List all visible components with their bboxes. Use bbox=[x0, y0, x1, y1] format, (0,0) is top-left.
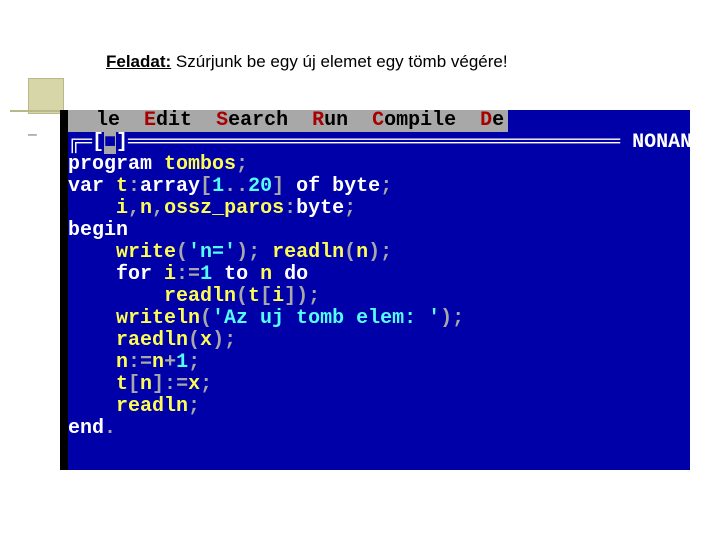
sym: ; bbox=[236, 153, 248, 176]
close-icon[interactable]: ■ bbox=[104, 131, 116, 154]
id-x: x bbox=[200, 329, 212, 352]
menu-edit[interactable]: dit bbox=[156, 110, 216, 132]
menu-pad bbox=[72, 110, 96, 132]
id-readln: readln bbox=[272, 241, 344, 264]
task-label: Feladat: bbox=[106, 52, 171, 71]
id-write: write bbox=[68, 241, 176, 264]
sym: ; bbox=[380, 175, 392, 198]
id-i: i bbox=[68, 197, 128, 220]
ide-screen: le Edit Search Run Compile De ╔═[■]═════… bbox=[68, 110, 690, 470]
sym: : bbox=[128, 351, 140, 374]
sym: ); bbox=[368, 241, 392, 264]
sym: : bbox=[284, 197, 296, 220]
sym: [ bbox=[260, 285, 272, 308]
bullet-box bbox=[28, 78, 64, 114]
menu-debug[interactable]: e bbox=[492, 110, 504, 132]
menu-file[interactable]: le bbox=[96, 110, 144, 132]
id-i: i bbox=[272, 285, 284, 308]
sym: = bbox=[140, 351, 152, 374]
sym: = bbox=[188, 263, 200, 286]
id-n: n bbox=[152, 351, 164, 374]
id-n: n bbox=[68, 351, 128, 374]
menu-compile-hotkey: C bbox=[372, 110, 384, 132]
task-body: Szúrjunk be egy új elemet egy tömb végér… bbox=[171, 52, 507, 71]
sym: ( bbox=[188, 329, 200, 352]
sym: . bbox=[236, 175, 248, 198]
ide-window: le Edit Search Run Compile De ╔═[■]═════… bbox=[60, 110, 690, 470]
id-n: n bbox=[140, 197, 152, 220]
sym: ); bbox=[212, 329, 236, 352]
menu-compile[interactable]: ompile bbox=[384, 110, 480, 132]
sym: ; bbox=[200, 373, 212, 396]
menu-edit-hotkey: E bbox=[144, 110, 156, 132]
sym: , bbox=[128, 197, 140, 220]
menu-search-hotkey: S bbox=[216, 110, 228, 132]
sym: ( bbox=[176, 241, 188, 264]
num-1: 1 bbox=[176, 351, 188, 374]
sym: ); bbox=[440, 307, 464, 330]
sym: . bbox=[224, 175, 236, 198]
id-readln: readln bbox=[68, 285, 236, 308]
id-t: t bbox=[68, 373, 128, 396]
sym: ] bbox=[272, 175, 296, 198]
id-x: x bbox=[188, 373, 200, 396]
sym: ]); bbox=[284, 285, 320, 308]
num-1: 1 bbox=[200, 263, 224, 286]
id-n: n bbox=[260, 263, 284, 286]
sym: [ bbox=[128, 373, 140, 396]
id-ossz: ossz_paros bbox=[164, 197, 284, 220]
kw-to: to bbox=[224, 263, 260, 286]
sym: . bbox=[104, 417, 116, 440]
kw-begin: begin bbox=[68, 219, 128, 242]
sym: ( bbox=[236, 285, 248, 308]
sym: + bbox=[164, 351, 176, 374]
id-n: n bbox=[356, 241, 368, 264]
id-writeln: writeln bbox=[68, 307, 200, 330]
kw-do: do bbox=[284, 263, 308, 286]
kw-byte: byte bbox=[332, 175, 380, 198]
menu-bar[interactable]: le Edit Search Run Compile De bbox=[68, 110, 508, 132]
sym: : bbox=[176, 263, 188, 286]
str: 'n=' bbox=[188, 241, 236, 264]
str: 'Az uj tomb elem: ' bbox=[212, 307, 440, 330]
num-20: 20 bbox=[248, 175, 272, 198]
sym: ; bbox=[344, 197, 356, 220]
sym: [ bbox=[200, 175, 212, 198]
slide: – Feladat: Szúrjunk be egy új elemet egy… bbox=[0, 0, 720, 540]
kw-program: program bbox=[68, 153, 164, 176]
kw-var: var bbox=[68, 175, 116, 198]
id-n: n bbox=[140, 373, 152, 396]
kw-array: array bbox=[140, 175, 200, 198]
id-i: i bbox=[164, 263, 176, 286]
dash-icon: – bbox=[28, 126, 37, 144]
sym: ; bbox=[188, 395, 200, 418]
kw-for: for bbox=[68, 263, 164, 286]
kw-of: of bbox=[296, 175, 332, 198]
frame-left: ╔═[ bbox=[68, 131, 104, 154]
id-raedln: raedln bbox=[68, 329, 188, 352]
id-readln: readln bbox=[68, 395, 188, 418]
sym: ); bbox=[236, 241, 272, 264]
menu-debug-hotkey: D bbox=[480, 110, 492, 132]
id-tombos: tombos bbox=[164, 153, 236, 176]
frame-mid: ]═══════════════════════════════════════… bbox=[116, 131, 632, 154]
id-t: t bbox=[116, 175, 128, 198]
sym: = bbox=[176, 373, 188, 396]
task-text: Feladat: Szúrjunk be egy új elemet egy t… bbox=[106, 52, 508, 72]
kw-byte: byte bbox=[296, 197, 344, 220]
sym: : bbox=[128, 175, 140, 198]
id-t: t bbox=[248, 285, 260, 308]
sym: ( bbox=[200, 307, 212, 330]
kw-end: end bbox=[68, 417, 104, 440]
sym: ; bbox=[188, 351, 200, 374]
menu-run-hotkey: R bbox=[312, 110, 324, 132]
sym: ( bbox=[344, 241, 356, 264]
menu-run[interactable]: un bbox=[324, 110, 372, 132]
num-1: 1 bbox=[212, 175, 224, 198]
sym: , bbox=[152, 197, 164, 220]
sym: ]: bbox=[152, 373, 176, 396]
file-name: NONAN bbox=[632, 131, 690, 154]
menu-search[interactable]: earch bbox=[228, 110, 312, 132]
